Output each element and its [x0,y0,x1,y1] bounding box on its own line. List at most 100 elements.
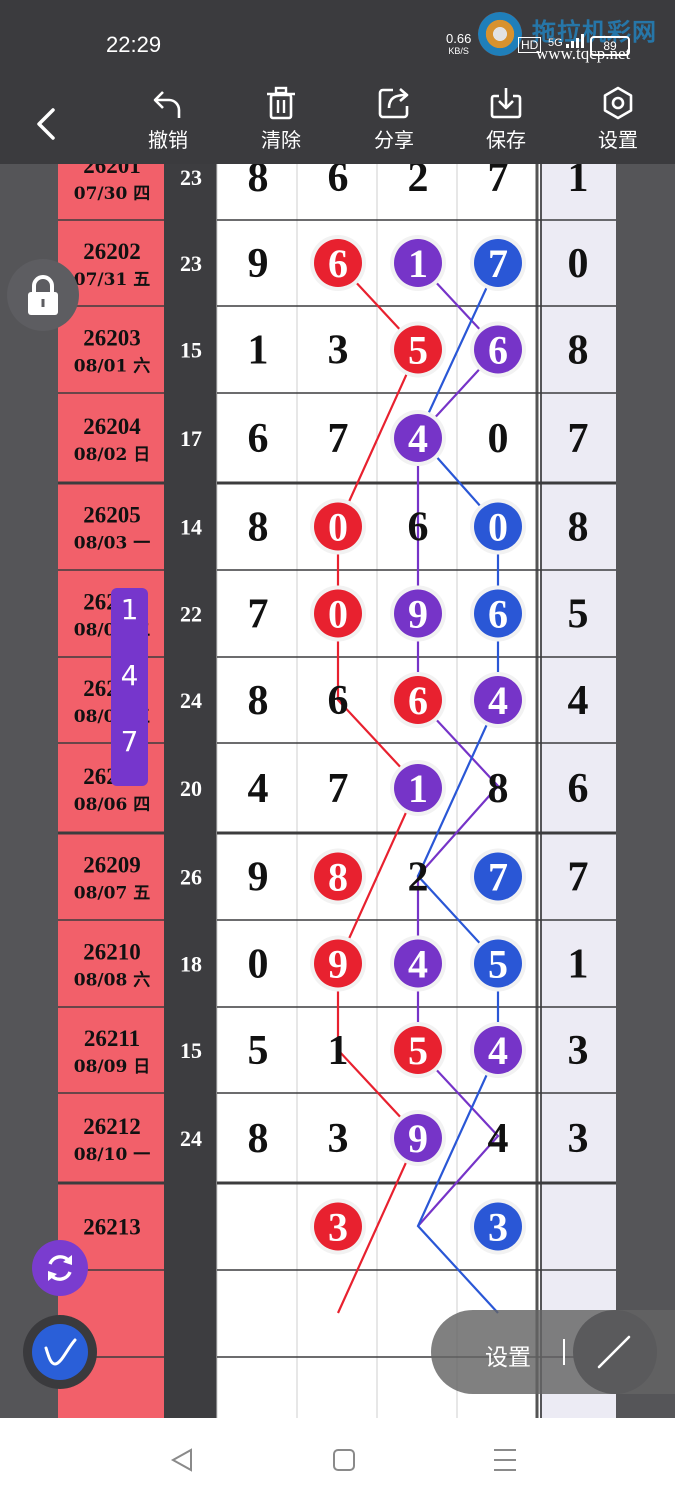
network-speed: 0.66 KB/S [446,31,472,56]
digit-cell: 1 [328,1028,349,1074]
digit-cell: 3 [328,1116,349,1162]
issue-number: 26213 [83,1215,141,1240]
issue-number: 26209 [83,853,141,878]
issue-date: 07/30 四 [74,184,150,204]
issue-date: 08/09 日 [74,1057,150,1077]
menu-nav-button[interactable] [485,1444,525,1476]
sum-value: 20 [180,776,202,801]
sum-value: 24 [180,1126,202,1151]
ball-digit: 3 [488,1205,508,1250]
back-nav-button[interactable] [163,1444,203,1476]
digit-cell: 6 [248,416,269,462]
issue-number: 26212 [83,1114,141,1139]
issue-date: 08/03 一 [74,534,150,554]
issue-date: 08/06 四 [74,795,150,815]
status-time: 22:29 [106,32,162,57]
digit-cell: 8 [248,678,269,724]
lock-button[interactable] [7,259,79,331]
issue-number: 26210 [83,940,141,965]
ball-digit: 9 [408,592,428,637]
digit-cell: 9 [248,855,269,901]
issue-date: 08/07 五 [74,884,150,904]
sum-value: 15 [180,1038,202,1063]
popup-digit[interactable]: 1 [111,588,148,654]
share-button[interactable]: 分享 [354,86,434,158]
line-tool-button[interactable] [573,1310,657,1394]
ball-digit: 9 [408,1116,428,1161]
back-button[interactable] [28,104,68,144]
ball-digit: 4 [488,678,508,723]
ball-digit: 9 [328,942,348,987]
sum-value: 22 [180,602,202,627]
sum-value: 23 [180,165,202,190]
span-value: 1 [568,942,589,988]
ball-digit: 3 [328,1205,348,1250]
digit-cell: 0 [488,416,509,462]
top-toolbar: 撤销 清除 分享 保存 设置 [0,82,675,164]
ball-digit: 6 [408,678,428,723]
ball-digit: 0 [328,505,348,550]
undo-button[interactable]: 撤销 [128,86,208,158]
sum-value: 15 [180,338,202,363]
span-value: 4 [568,678,589,724]
watermark-url: www.tqcp.net [536,44,631,63]
ball-digit: 7 [488,855,508,900]
digit-cell: 0 [248,942,269,988]
share-icon [378,88,409,119]
ball-digit: 5 [488,942,508,987]
issue-date: 08/08 六 [74,970,150,991]
trend-chart: 2620107/30 四23 8 6 2 7 12620207/31 五23 9 6 1 7 026… [58,132,616,1418]
home-nav-button[interactable] [323,1444,363,1476]
digit-popup[interactable]: 1 4 7 [111,588,148,786]
digit-cell: 8 [488,766,509,812]
span-value: 3 [568,1028,589,1074]
ball-digit: 1 [408,241,428,286]
issue-number: 26204 [83,414,141,439]
issue-date: 07/31 五 [74,270,150,290]
sum-value: 23 [180,251,202,276]
sum-value: 18 [180,952,202,977]
digit-cell: 6 [408,505,429,551]
popup-digit[interactable]: 4 [111,654,148,720]
lock-icon [28,275,58,315]
issue-number: 26202 [83,239,141,264]
digit-cell: 6 [328,678,349,724]
span-value: 8 [568,328,589,374]
issue-date: 08/10 一 [74,1145,150,1165]
digit-cell: 7 [328,416,349,462]
clear-button[interactable]: 清除 [241,86,321,158]
refresh-button[interactable] [32,1240,88,1296]
span-value: 6 [568,766,589,812]
ball-digit: 4 [408,942,428,987]
pen-stroke-icon [44,1338,77,1366]
digit-cell: 5 [248,1028,269,1074]
ball-digit: 0 [488,505,508,550]
draw-settings-button[interactable]: 设置 [485,1338,531,1372]
undo-icon [153,91,181,118]
ball-digit: 4 [408,416,428,461]
ball-digit: 1 [408,766,428,811]
ball-digit: 6 [328,241,348,286]
ball-digit: 5 [408,1028,428,1073]
sum-value: 24 [180,688,202,713]
save-button[interactable]: 保存 [466,86,546,158]
digit-cell: 2 [408,855,429,901]
status-bar: 22:29 拖拉机彩网 0.66 KB/S HD 5G 89 www.tqcp.… [0,0,675,82]
watermark-logo-icon [478,12,522,56]
issue-number: 26205 [83,503,141,528]
ball-digit: 4 [488,1028,508,1073]
digit-cell: 4 [248,766,269,812]
pen-button[interactable] [32,1324,88,1380]
ball-digit: 6 [488,328,508,373]
ball-digit: 8 [328,855,348,900]
popup-digit[interactable]: 7 [111,720,148,786]
draw-toolbar: 设置 [431,1310,675,1394]
ball-digit: 5 [408,328,428,373]
trash-icon [267,86,295,120]
line-icon [597,1335,631,1369]
triangle-back-icon [170,1448,192,1472]
settings-button[interactable]: 设置 [578,86,658,158]
digit-cell: 3 [328,328,349,374]
digit-cell: 9 [248,241,269,287]
span-value: 3 [568,1116,589,1162]
